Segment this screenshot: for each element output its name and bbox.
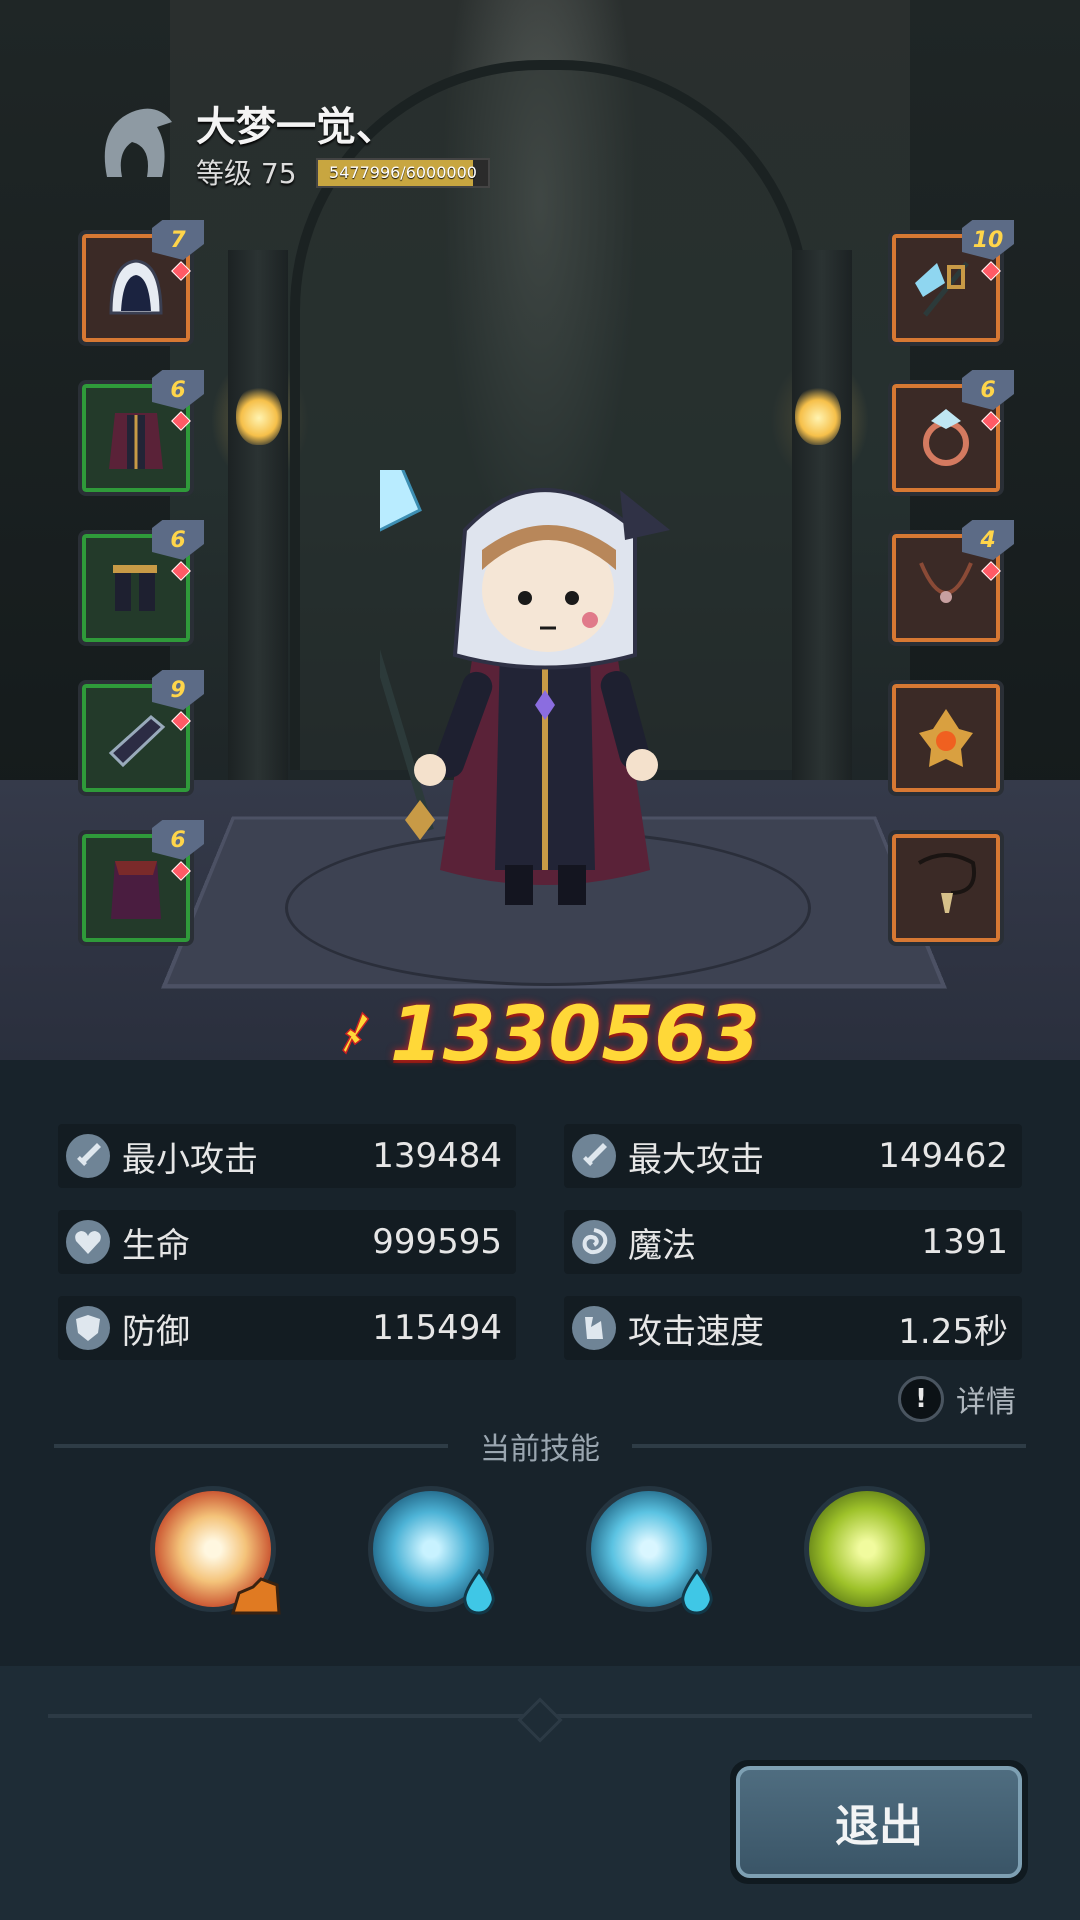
gem-icon (981, 561, 1001, 581)
ice-spikes-skill-icon[interactable] (586, 1486, 713, 1615)
water-drop-icon (681, 1569, 713, 1615)
heart-icon (66, 1220, 110, 1264)
gem-icon (171, 711, 191, 731)
robe-icon (109, 413, 163, 469)
equipment-slot-cape[interactable]: 6 (78, 820, 204, 946)
necklace-icon (919, 562, 973, 603)
exp-text: 5477996/6000000 (329, 163, 477, 182)
equipment-slot-amulet[interactable] (888, 830, 1004, 946)
gem-icon (171, 261, 191, 281)
equipment-slot-robe[interactable]: 6 (78, 370, 204, 496)
stat-value: 1.25秒 (898, 1311, 1008, 1352)
boots-icon (113, 565, 157, 611)
ice-shards-skill-icon[interactable] (368, 1486, 495, 1615)
stat-label: 最大攻击 (628, 1139, 764, 1180)
pillar-left (228, 250, 288, 780)
stat-min-attack: 最小攻击 139484 (58, 1124, 516, 1188)
stat-defense: 防御 115494 (58, 1296, 516, 1360)
stats-panel: 最小攻击 139484 最大攻击 149462 生命 999595 魔法 139… (58, 1124, 1022, 1382)
stat-label: 魔法 (628, 1225, 696, 1266)
skills-title: 当前技能 (480, 1432, 600, 1467)
stat-value: 139484 (372, 1136, 502, 1176)
equipment-slot-staff[interactable]: 10 (888, 220, 1014, 346)
skills-header: 当前技能 (54, 1424, 1026, 1468)
stat-mp: 魔法 1391 (564, 1210, 1022, 1274)
gem-icon (171, 411, 191, 431)
stat-value: 1391 (921, 1222, 1008, 1262)
stat-value: 149462 (878, 1136, 1008, 1176)
torch-left-icon (236, 385, 282, 445)
stat-hp: 生命 999595 (58, 1210, 516, 1274)
earth-element-icon (231, 1577, 281, 1615)
sword-icon (572, 1134, 616, 1178)
combat-power: 1330563 (340, 988, 760, 1078)
bracer-icon (108, 715, 166, 768)
details-button[interactable]: ! 详情 (898, 1376, 1016, 1422)
pillar-right (792, 250, 852, 780)
divider-line (54, 1444, 448, 1448)
equipment-slot-boots[interactable]: 6 (78, 520, 204, 646)
equipment-slot-necklace[interactable]: 4 (888, 520, 1014, 646)
sword-icon (66, 1134, 110, 1178)
sword-power-icon (342, 1011, 370, 1055)
combat-power-value: 1330563 (389, 988, 760, 1078)
equipment-slot-relic[interactable] (888, 680, 1004, 796)
explosion-skill-icon[interactable] (150, 1486, 281, 1615)
poison-bubbles-skill-icon[interactable] (804, 1486, 930, 1612)
exp-bar: 5477996/6000000 (316, 158, 490, 188)
exit-button-label: 退出 (736, 1766, 1022, 1878)
hooded-head-icon (104, 108, 172, 177)
staff-icon (915, 261, 969, 317)
equipment-slot-bracer[interactable]: 9 (78, 670, 204, 796)
magic-icon (572, 1220, 616, 1264)
hero-character[interactable] (380, 470, 710, 910)
amulet-icon (917, 853, 976, 913)
skills-row (150, 1486, 930, 1616)
stat-label: 生命 (122, 1225, 190, 1266)
cape-icon (111, 861, 161, 919)
water-drop-icon (463, 1569, 495, 1615)
equipment-slot-ring[interactable]: 6 (888, 370, 1014, 496)
exclamation-icon: ! (898, 1376, 944, 1422)
gem-icon (981, 411, 1001, 431)
stat-attack-speed: 攻击速度 1.25秒 (564, 1296, 1022, 1360)
player-avatar[interactable] (84, 94, 180, 190)
shield-icon (66, 1306, 110, 1350)
stat-label: 最小攻击 (122, 1139, 258, 1180)
gem-icon (171, 561, 191, 581)
speed-icon (572, 1306, 616, 1350)
gem-icon (981, 261, 1001, 281)
details-label: 详情 (956, 1385, 1016, 1420)
relic-icon (919, 709, 973, 767)
stat-label: 攻击速度 (628, 1311, 764, 1352)
exit-button[interactable]: 退出 (730, 1760, 1028, 1884)
divider-line (632, 1444, 1026, 1448)
gem-icon (171, 861, 191, 881)
stat-value: 999595 (372, 1222, 502, 1262)
player-name: 大梦一觉、 (196, 104, 396, 150)
player-level: 等级 75 (196, 157, 297, 190)
stat-label: 防御 (122, 1311, 190, 1352)
torch-right-icon (795, 385, 841, 445)
hood-icon (109, 259, 163, 315)
ring-icon (923, 409, 969, 466)
equipment-slot-hood[interactable]: 7 (78, 220, 204, 346)
stat-value: 115494 (372, 1308, 502, 1348)
stat-max-attack: 最大攻击 149462 (564, 1124, 1022, 1188)
